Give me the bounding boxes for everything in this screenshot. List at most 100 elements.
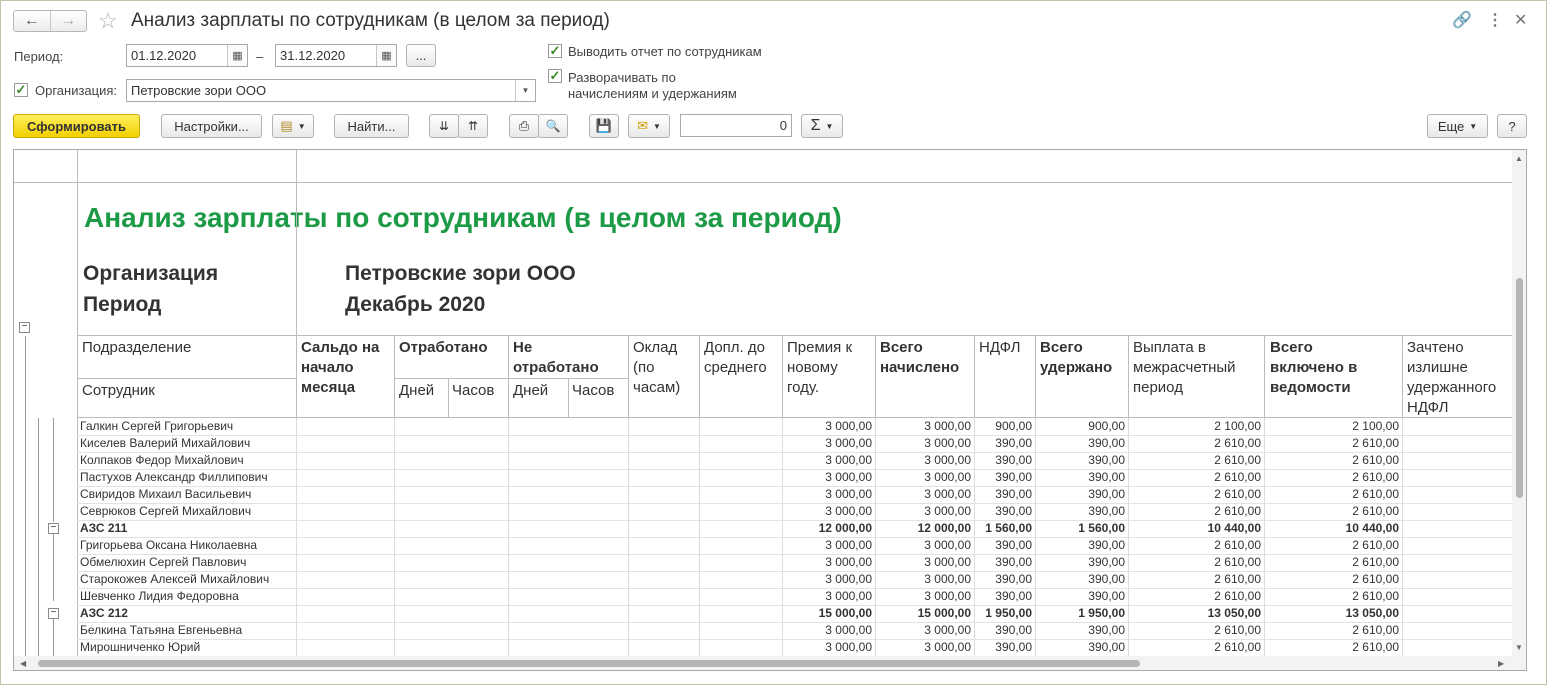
more-menu-icon[interactable]: ⋮ — [1487, 10, 1503, 30]
save-button[interactable]: 💾 — [589, 114, 619, 138]
collapse-group-icon[interactable]: − — [48, 608, 59, 619]
checkbox-by-employees[interactable]: ✓ — [548, 44, 562, 58]
table-row[interactable]: Белкина Татьяна Евгеньевна 3 000,00 3 000,… — [14, 622, 1514, 639]
report-title: Анализ зарплаты по сотрудникам (в целом … — [84, 202, 842, 233]
cell-statement: 2 610,00 — [1352, 589, 1399, 603]
variants-button[interactable]: ▤ ▼ — [272, 114, 314, 138]
col-saldo-line: начало — [301, 359, 354, 376]
chevron-down-icon[interactable]: ▼ — [515, 80, 535, 101]
table-row[interactable]: Пастухов Александр Филлипович 3 000,00 3 0… — [14, 469, 1514, 486]
vertical-scrollbar[interactable]: ▲ ▼ — [1512, 150, 1526, 670]
scroll-left-icon[interactable]: ◀ — [20, 659, 26, 668]
organization-label: Организация: — [35, 83, 118, 98]
cell-interim: 13 050,00 — [1207, 606, 1261, 620]
expand-all-button[interactable]: ⇊ — [429, 114, 459, 138]
settings-button[interactable]: Настройки... — [161, 114, 262, 138]
period-select-button[interactable]: ... — [406, 44, 436, 67]
row-col-divider — [974, 537, 975, 554]
more-button[interactable]: Еще ▼ — [1427, 114, 1488, 138]
collapse-group-icon[interactable]: − — [48, 523, 59, 534]
calendar-icon[interactable]: ▦ — [376, 45, 396, 66]
link-icon[interactable]: 🔗 — [1452, 10, 1472, 30]
cell-withheld: 390,00 — [1088, 453, 1125, 467]
sum-field: 0 — [680, 114, 792, 137]
row-col-divider — [875, 452, 876, 469]
table-row[interactable]: Колпаков Федор Михайлович 3 000,00 3 000,0… — [14, 452, 1514, 469]
col-total-in-statement-line: Всего — [1270, 339, 1313, 356]
row-col-divider — [1402, 571, 1403, 588]
row-col-divider — [1264, 469, 1265, 486]
col-not-worked-line: отработано — [513, 359, 599, 376]
table-row[interactable]: Свиридов Михаил Васильевич 3 000,00 3 000,… — [14, 486, 1514, 503]
col-addition-line: Допл. до — [704, 339, 765, 356]
col-salary-line: Оклад — [633, 339, 678, 356]
favorite-star-icon[interactable]: ☆ — [98, 8, 118, 34]
scroll-down-icon[interactable]: ▼ — [1515, 643, 1523, 652]
col-saldo-line: Сальдо на — [301, 339, 380, 356]
header-col-divider — [1035, 335, 1036, 418]
table-row[interactable]: Мирошниченко Юрий 3 000,00 3 000,00 390,00 3… — [14, 639, 1514, 656]
sum-mode-button[interactable]: Σ ▼ — [801, 114, 843, 138]
cell-bonus: 12 000,00 — [818, 521, 872, 535]
group-row[interactable]: АЗС 212 15 000,00 15 000,00 1 950,00 1 950,0… — [14, 605, 1514, 622]
date-dash: – — [256, 49, 264, 64]
col-addition-line: среднего — [704, 359, 767, 376]
sum-value: 0 — [779, 118, 787, 133]
row-col-divider — [628, 503, 629, 520]
table-row[interactable]: Обмелюхин Сергей Павлович 3 000,00 3 000,0… — [14, 554, 1514, 571]
cell-withheld: 390,00 — [1088, 623, 1125, 637]
send-email-button[interactable]: ✉ ▼ — [628, 114, 670, 138]
table-row[interactable]: Севрюков Сергей Михайлович 3 000,00 3 000,… — [14, 503, 1514, 520]
row-col-divider — [699, 486, 700, 503]
date-to-field[interactable]: 31.12.2020 ▦ — [275, 44, 397, 67]
collapse-all-button[interactable]: ⇈ — [458, 114, 488, 138]
row-col-divider — [1264, 639, 1265, 656]
forward-arrow-icon[interactable]: → — [49, 11, 87, 31]
table-row[interactable]: Галкин Сергей Григорьевич 3 000,00 3 000,0… — [14, 418, 1514, 435]
close-icon[interactable]: ✕ — [1514, 10, 1527, 30]
report-spreadsheet[interactable]: Анализ зарплаты по сотрудникам (в целом … — [13, 149, 1527, 671]
row-col-divider — [508, 418, 509, 435]
vertical-scroll-thumb[interactable] — [1516, 278, 1523, 498]
checkbox-organization[interactable]: ✓ — [14, 83, 28, 97]
table-row[interactable]: Григорьева Оксана Николаевна 3 000,00 3 00… — [14, 537, 1514, 554]
cell-interim: 2 610,00 — [1214, 623, 1261, 637]
table-row[interactable]: Шевченко Лидия Федоровна 3 000,00 3 000,00… — [14, 588, 1514, 605]
help-button[interactable]: ? — [1497, 114, 1527, 138]
date-from-field[interactable]: 01.12.2020 ▦ — [126, 44, 248, 67]
group-row[interactable]: АЗС 211 12 000,00 12 000,00 1 560,00 1 560,0… — [14, 520, 1514, 537]
find-button[interactable]: Найти... — [334, 114, 409, 138]
row-col-divider — [782, 469, 783, 486]
print-button[interactable]: ⎙ — [509, 114, 539, 138]
col-credited-excess-line: удержанного — [1407, 379, 1497, 396]
cell-withheld: 1 560,00 — [1078, 521, 1125, 535]
collapse-group-icon[interactable]: − — [19, 322, 30, 333]
cell-bonus: 3 000,00 — [825, 572, 872, 586]
organization-field[interactable]: Петровские зори ООО ▼ — [126, 79, 536, 102]
row-col-divider — [296, 537, 297, 554]
row-col-divider — [1128, 554, 1129, 571]
back-arrow-icon[interactable]: ← — [14, 11, 50, 31]
cell-statement: 2 610,00 — [1352, 436, 1399, 450]
row-col-divider — [1128, 469, 1129, 486]
row-col-divider — [394, 537, 395, 554]
horizontal-scroll-thumb[interactable] — [38, 660, 1140, 667]
row-col-divider — [875, 622, 876, 639]
scroll-right-icon[interactable]: ▶ — [1498, 659, 1504, 668]
row-col-divider — [974, 588, 975, 605]
col-worked: Отработано — [399, 339, 488, 356]
row-col-divider — [628, 418, 629, 435]
table-row[interactable]: Старокожев Алексей Михайлович 3 000,00 3 0… — [14, 571, 1514, 588]
table-row[interactable]: Киселев Валерий Михайлович 3 000,00 3 000,… — [14, 435, 1514, 452]
checkbox-expand[interactable]: ✓ — [548, 69, 562, 83]
horizontal-scrollbar[interactable]: ◀ ▶ — [14, 656, 1526, 670]
col-salary-line: (по — [633, 359, 655, 376]
row-col-divider — [1402, 486, 1403, 503]
scroll-up-icon[interactable]: ▲ — [1515, 154, 1523, 163]
cell-bonus: 3 000,00 — [825, 453, 872, 467]
row-col-divider — [508, 469, 509, 486]
calendar-icon[interactable]: ▦ — [227, 45, 247, 66]
preview-button[interactable]: 🔍 — [538, 114, 568, 138]
generate-button[interactable]: Сформировать — [13, 114, 140, 138]
report-org-value: Петровские зори ООО — [345, 262, 576, 285]
